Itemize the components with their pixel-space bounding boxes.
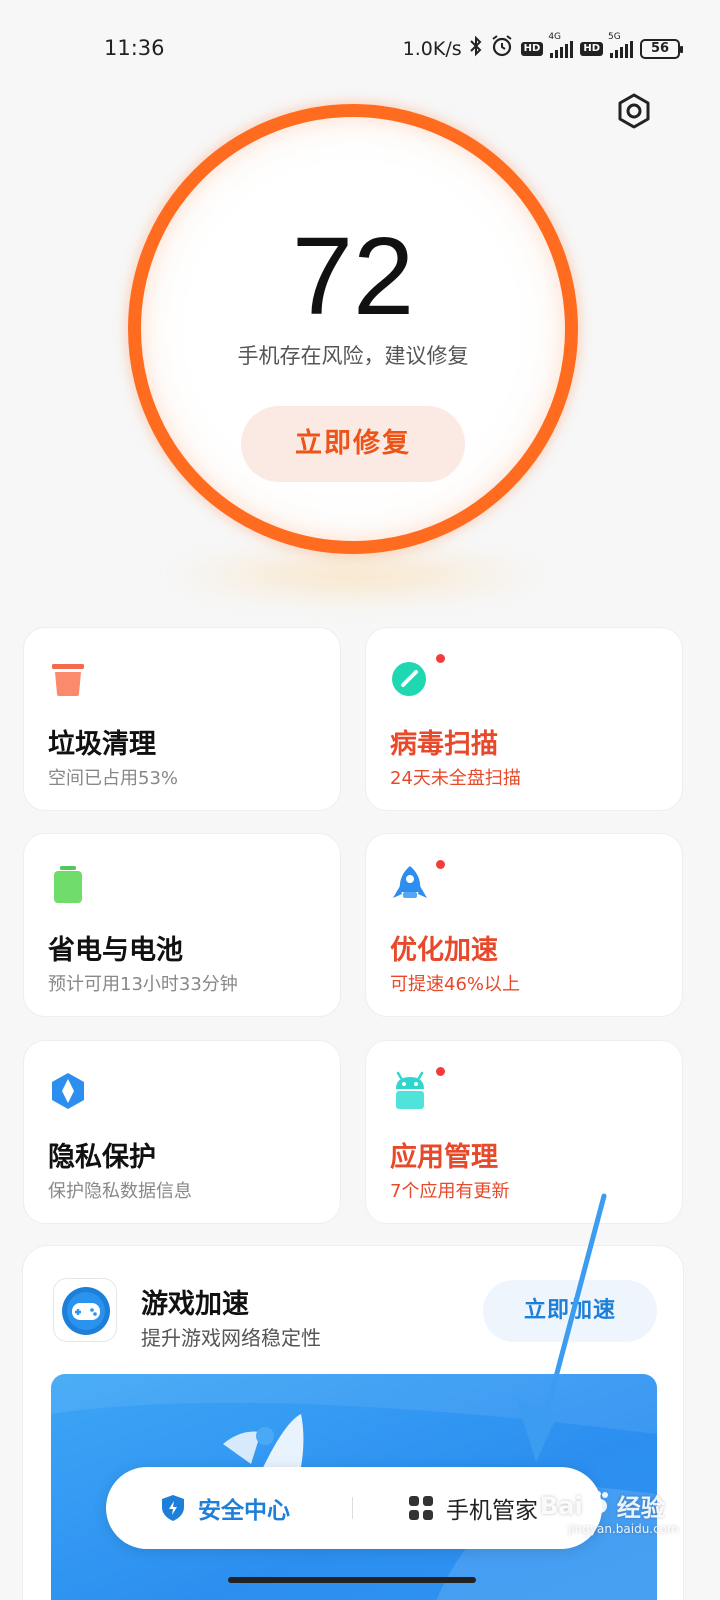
hd-badge-1: HD	[520, 41, 544, 56]
shield-lightning-icon	[162, 1495, 184, 1521]
paw-icon	[587, 1490, 613, 1522]
virus-scan-icon	[392, 662, 426, 696]
card-title: 应用管理	[390, 1142, 498, 1173]
card-optimize-speed[interactable]: 优化加速 可提速46%以上	[365, 833, 683, 1017]
risk-status-text: 手机存在风险，建议修复	[237, 344, 469, 368]
alarm-icon	[490, 34, 514, 63]
battery-icon	[54, 866, 82, 903]
card-subtitle: 保护隐私数据信息	[48, 1181, 192, 1202]
rocket-icon	[393, 866, 427, 898]
card-subtitle: 可提速46%以上	[390, 974, 521, 995]
status-time: 11:36	[104, 36, 165, 60]
hd-badge-2: HD	[580, 41, 603, 56]
game-boost-title: 游戏加速	[141, 1289, 249, 1320]
status-icons: 1.0K/s HD 4G HD 5G 56	[402, 32, 683, 63]
home-indicator[interactable]	[228, 1577, 476, 1583]
game-boost-subtitle: 提升游戏网络稳定性	[141, 1326, 321, 1350]
card-title: 隐私保护	[48, 1142, 156, 1173]
card-title: 优化加速	[390, 935, 498, 966]
battery-indicator: 56	[640, 38, 683, 59]
card-app-management[interactable]: 应用管理 7个应用有更新	[365, 1040, 683, 1224]
boost-now-button[interactable]: 立即加速	[483, 1280, 657, 1342]
gamepad-icon	[62, 1287, 110, 1335]
trash-icon	[52, 664, 84, 696]
baidu-watermark: Bai 经验 jingyan.baidu.com	[540, 1488, 679, 1536]
card-title: 病毒扫描	[390, 729, 498, 760]
bottom-navigation: 安全中心 手机管家	[106, 1467, 602, 1549]
watermark-suffix: 经验	[616, 1494, 665, 1522]
card-privacy[interactable]: 隐私保护 保护隐私数据信息	[23, 1040, 341, 1224]
card-subtitle: 预计可用13小时33分钟	[48, 974, 238, 995]
nav-manager-label: 手机管家	[446, 1498, 538, 1524]
nav-divider	[352, 1497, 353, 1519]
card-subtitle: 空间已占用53%	[48, 768, 179, 789]
privacy-shield-icon	[52, 1073, 84, 1109]
security-score: 72	[291, 215, 415, 338]
alert-dot	[436, 860, 445, 869]
card-battery[interactable]: 省电与电池 预计可用13小时33分钟	[23, 833, 341, 1017]
network-speed: 1.0K/s	[402, 37, 462, 60]
settings-button[interactable]	[615, 92, 653, 130]
watermark-url: jingyan.baidu.com	[568, 1522, 679, 1536]
watermark-brand: Bai	[540, 1491, 583, 1520]
card-title: 省电与电池	[48, 935, 183, 966]
status-bar: 11:36 1.0K/s HD 4G HD 5G 56	[0, 0, 720, 96]
alert-dot	[436, 1067, 445, 1076]
card-subtitle: 7个应用有更新	[390, 1181, 510, 1202]
android-icon	[396, 1071, 424, 1109]
bluetooth-icon	[469, 35, 483, 62]
game-app-icon	[53, 1278, 117, 1342]
nav-security-label: 安全中心	[198, 1498, 290, 1524]
alert-dot	[436, 654, 445, 663]
signal-icon-2: 5G	[608, 32, 633, 58]
nav-security-center[interactable]: 安全中心	[160, 1467, 290, 1549]
signal-icon-1: 4G	[548, 32, 574, 58]
fix-now-button[interactable]: 立即修复	[241, 406, 465, 482]
settings-hex-icon	[618, 93, 650, 129]
grid-apps-icon	[409, 1496, 433, 1520]
nav-phone-manager[interactable]: 手机管家	[408, 1467, 538, 1549]
sim2-network-tag: 5G	[608, 31, 621, 42]
sim1-network-tag: 4G	[548, 31, 562, 42]
card-junk-cleanup[interactable]: 垃圾清理 空间已占用53%	[23, 627, 341, 811]
card-subtitle: 24天未全盘扫描	[390, 768, 521, 789]
card-virus-scan[interactable]: 病毒扫描 24天未全盘扫描	[365, 627, 683, 811]
card-title: 垃圾清理	[48, 729, 156, 760]
